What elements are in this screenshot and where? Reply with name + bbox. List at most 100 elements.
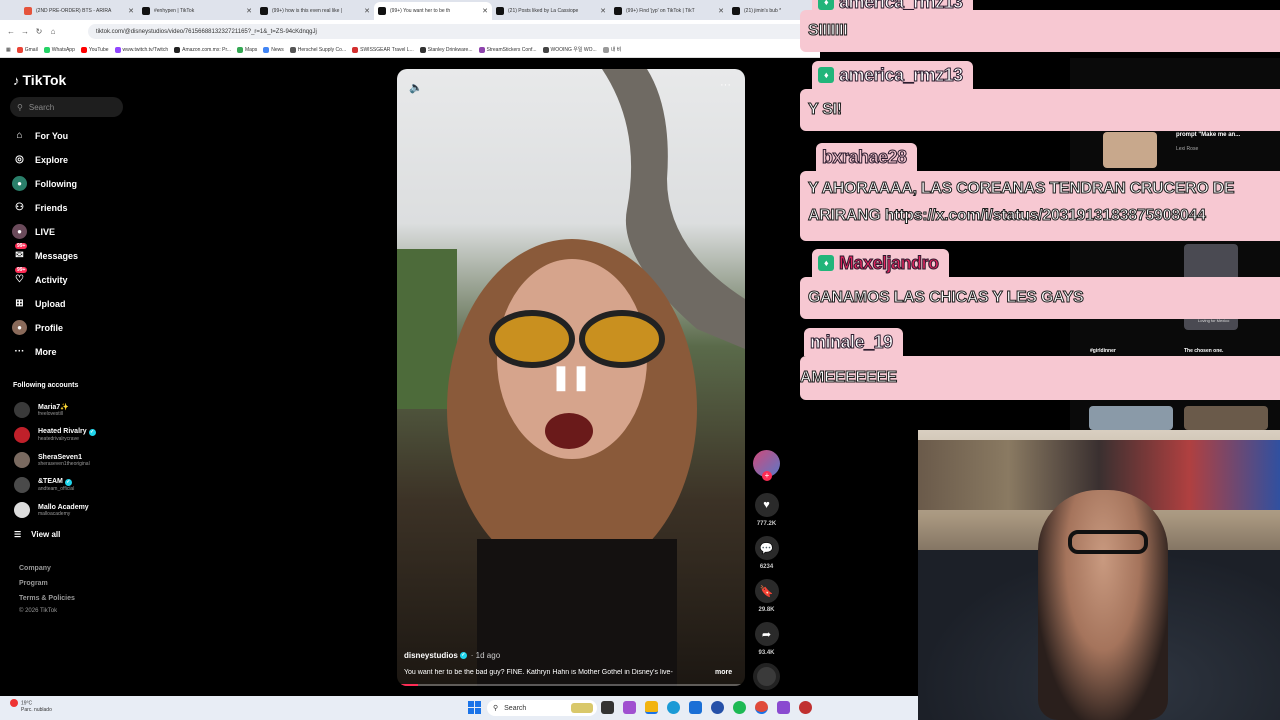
nav-following[interactable]: ● Following — [12, 176, 77, 191]
footer-program-link[interactable]: Program — [19, 580, 48, 587]
description-more-link[interactable]: more — [715, 669, 732, 676]
video-player[interactable]: 🔈 ··· ❚❚ disneystudios ✓ · 1d ago You want… — [397, 69, 745, 686]
close-icon[interactable]: ✕ — [600, 7, 606, 15]
copyright: © 2026 TikTok — [19, 608, 58, 614]
url-field[interactable]: tiktok.com/@disneystudios/video/76156688… — [88, 24, 808, 39]
follow-plus-icon[interactable]: + — [762, 471, 772, 481]
bookmark-item[interactable]: Stanley Drinkware... — [419, 46, 473, 53]
following-account[interactable]: SheraSeven1 sheraseven1theoriginal — [14, 452, 90, 468]
home-icon[interactable]: ⌂ — [46, 27, 60, 36]
following-account[interactable]: Heated Rivalry ✓ heatedrivalrycrave — [14, 427, 96, 443]
search-input[interactable]: ⚲ Search — [10, 97, 123, 117]
taskbar-search[interactable]: ⚲ Search — [487, 700, 597, 716]
pause-icon[interactable]: ❚❚ — [551, 360, 591, 394]
spotify-icon[interactable] — [733, 701, 746, 714]
chat-username: ♦ Maxeljandro — [812, 249, 949, 277]
webcam-feed — [918, 430, 1280, 720]
tiktok-sidebar: ♪ TikTok ⚲ Search ⌂ For You ◎ Explore ● Follo… — [0, 58, 140, 694]
app-icon[interactable] — [777, 701, 790, 714]
video-author[interactable]: disneystudios ✓ · 1d ago — [404, 651, 500, 660]
reload-icon[interactable]: ↻ — [32, 27, 46, 36]
following-account[interactable]: Mallo Academy malloacademy — [14, 502, 89, 518]
store-icon[interactable] — [689, 701, 702, 714]
bookmark-item[interactable]: News — [263, 46, 284, 53]
music-disc-icon[interactable] — [753, 663, 780, 690]
browser-tab-active[interactable]: (99+) You want her to be th ✕ — [374, 2, 492, 20]
feed-thumbnail[interactable] — [1103, 132, 1157, 168]
file-explorer-icon[interactable] — [645, 701, 658, 714]
bookmark-item[interactable]: www.twitch.tv/Twitch — [114, 46, 168, 53]
browser-tab[interactable]: (99+) Find 'jyp' on TikTok | TikT ✕ — [610, 2, 728, 20]
close-icon[interactable]: ✕ — [482, 7, 488, 15]
bookmark-item[interactable]: SWISSGEAR Travel L... — [352, 46, 414, 53]
like-button[interactable]: ♥ 777.2K — [753, 493, 780, 527]
feed-tag[interactable]: #girldinner — [1090, 348, 1116, 354]
browser-tab[interactable]: (2ND PRE-ORDER) BTS - ARIRA ✕ — [20, 2, 138, 20]
feed-tag[interactable]: The chosen one. — [1184, 348, 1223, 354]
obs-icon[interactable] — [799, 701, 812, 714]
bookmark-item[interactable]: WhatsApp — [43, 46, 75, 53]
activity-icon: ♡ 99+ — [15, 267, 28, 285]
nav-for-you[interactable]: ⌂ For You — [12, 128, 68, 143]
following-account[interactable]: Maria7✨ freelovestill — [14, 402, 69, 418]
share-button[interactable]: ➦ 93.4K — [753, 622, 780, 656]
windows-start-icon[interactable] — [468, 701, 481, 714]
nav-more[interactable]: ··· More — [12, 344, 57, 359]
feed-author: Lexi Rose — [1176, 146, 1199, 152]
nav-activity[interactable]: ♡ 99+ Activity — [12, 267, 68, 287]
browser-tab[interactable]: (99+) how is this even real like | ✕ — [256, 2, 374, 20]
compass-icon: ◎ — [15, 154, 24, 165]
bookmark-item[interactable]: Herschel Supply Co... — [289, 46, 346, 53]
tiktok-logo[interactable]: ♪ TikTok — [13, 72, 66, 88]
gift-badge-icon: ♦ — [818, 67, 834, 83]
browser-tab[interactable]: (21) Posts liked by La Cassiope ✕ — [492, 2, 610, 20]
bookmark-icon: 🔖 — [754, 579, 779, 603]
more-options-icon[interactable]: ··· — [720, 79, 731, 91]
footer-company-link[interactable]: Company — [19, 565, 51, 572]
nav-explore[interactable]: ◎ Explore — [12, 152, 68, 167]
chat-message: Y AHORAAAA, LAS COREANAS TENDRAN CRUCERO… — [800, 171, 1280, 241]
list-icon: ☰ — [14, 530, 22, 539]
close-icon[interactable]: ✕ — [128, 7, 134, 15]
zoom-icon[interactable] — [711, 701, 724, 714]
like-count: 777.2K — [756, 521, 777, 527]
bookmark-item[interactable]: Gmail — [16, 46, 38, 53]
close-icon[interactable]: ✕ — [364, 7, 370, 15]
bookmark-item[interactable]: Amazon.com.mx: Pr... — [174, 46, 231, 53]
nav-upload[interactable]: ⊞ Upload — [12, 296, 65, 311]
weather-widget[interactable]: 19°C Parc. nublado — [10, 699, 52, 714]
bookmark-item[interactable]: WOOING 우일 WO... — [542, 46, 597, 53]
bookmark-item[interactable]: YouTube — [80, 46, 109, 53]
view-all-link[interactable]: ☰ View all — [14, 530, 60, 539]
browser-tab[interactable]: #enhypen | TikTok ✕ — [138, 2, 256, 20]
close-icon[interactable]: ✕ — [246, 7, 252, 15]
following-account[interactable]: &TEAM ✓ andteam_official — [14, 477, 74, 493]
volume-icon[interactable]: 🔈 — [409, 81, 423, 94]
avatar — [14, 402, 30, 418]
feed-thumbnail[interactable] — [1184, 406, 1268, 430]
bookmark-item[interactable]: StreamStickers Conf... — [478, 46, 537, 53]
copilot-icon[interactable] — [623, 701, 636, 714]
task-view-icon[interactable] — [601, 701, 614, 714]
comment-button[interactable]: 💬 6234 — [753, 536, 780, 570]
forward-icon[interactable]: → — [18, 27, 32, 36]
share-count: 93.4K — [758, 650, 775, 656]
video-progress-bar[interactable] — [397, 684, 745, 686]
nav-messages[interactable]: ✉ 99+ Messages — [12, 243, 78, 263]
save-button[interactable]: 🔖 29.8K — [753, 579, 780, 613]
back-icon[interactable]: ← — [4, 27, 18, 36]
edge-icon[interactable] — [667, 701, 680, 714]
chrome-icon[interactable] — [755, 701, 768, 714]
apps-icon[interactable]: ▦ — [6, 47, 11, 53]
nav-live[interactable]: ● LIVE — [12, 224, 55, 239]
nav-profile[interactable]: ● Profile — [12, 320, 63, 335]
nav-friends[interactable]: ⚇ Friends — [12, 200, 68, 215]
bookmark-item[interactable]: 내 비 — [602, 46, 621, 53]
footer-terms-link[interactable]: Terms & Policies — [19, 595, 75, 602]
feed-thumbnail[interactable] — [1089, 406, 1173, 430]
search-highlight-icon — [571, 703, 593, 713]
close-icon[interactable]: ✕ — [718, 7, 724, 15]
tiktok-favicon-icon — [614, 7, 622, 15]
comment-icon: 💬 — [754, 536, 779, 560]
bookmark-item[interactable]: Maps — [237, 46, 257, 53]
